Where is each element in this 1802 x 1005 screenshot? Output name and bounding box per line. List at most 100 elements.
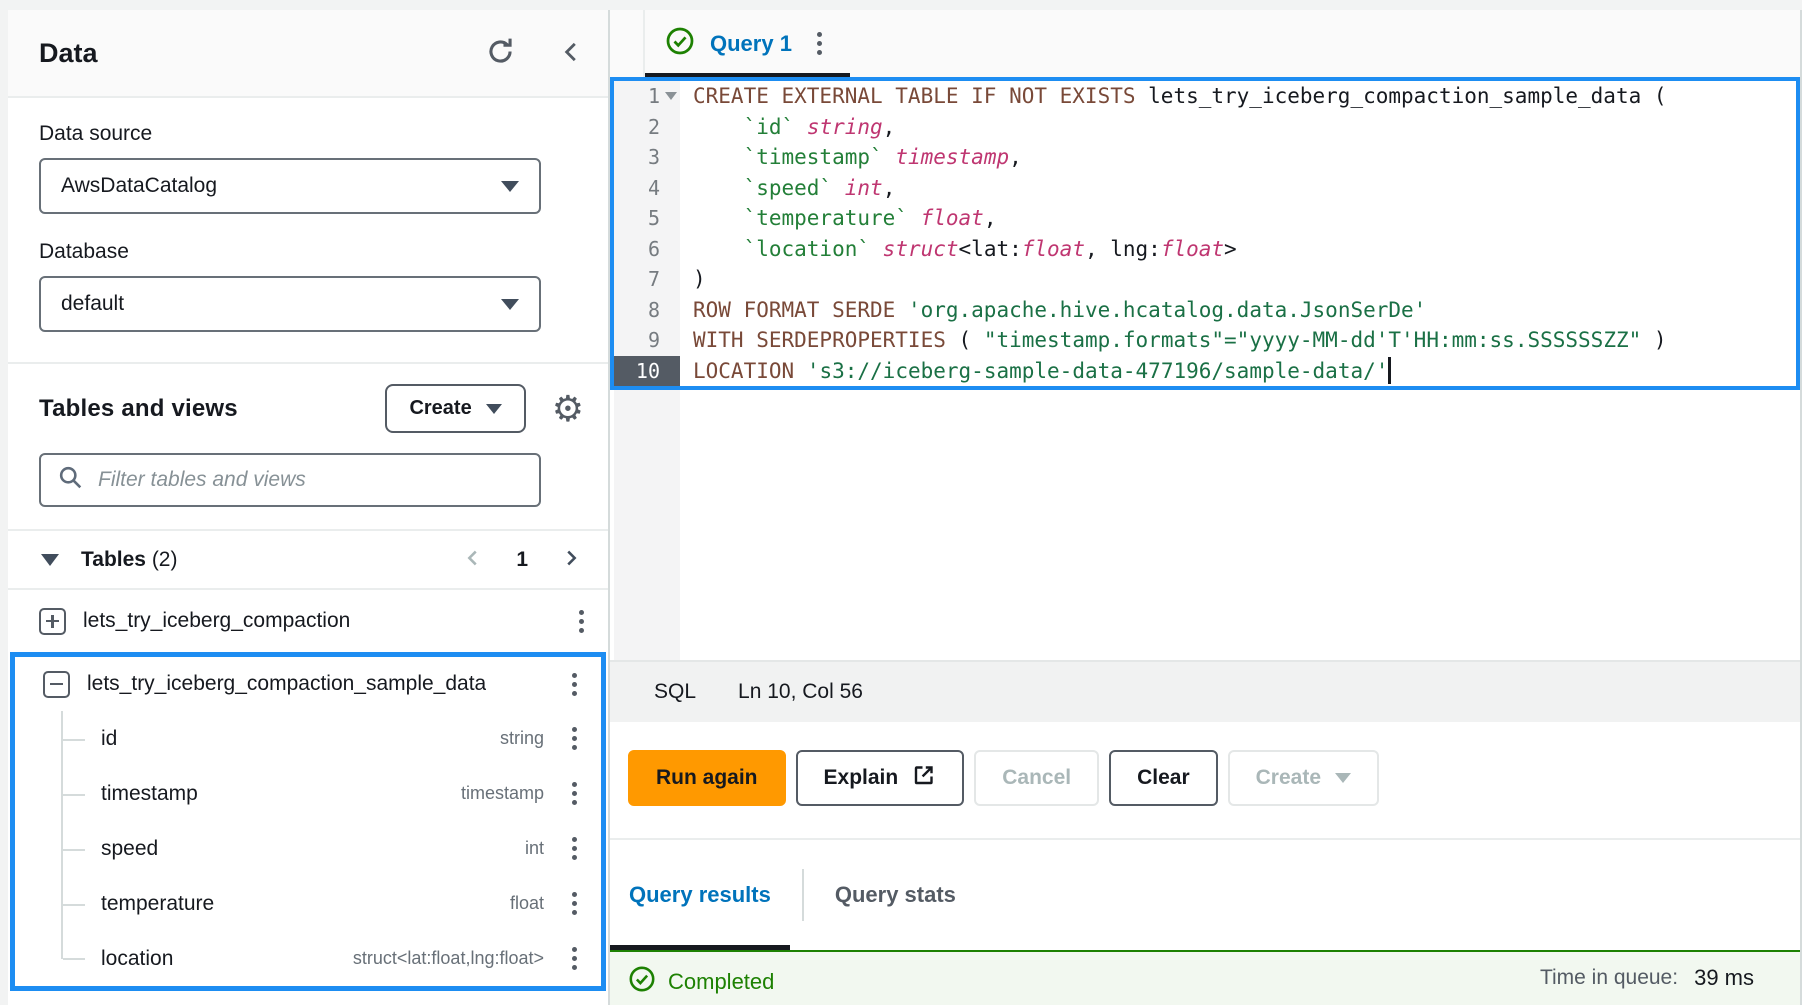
search-icon [57,464,84,496]
code-text[interactable]: ROW FORMAT SERDE 'org.apache.hive.hcatal… [680,298,1426,322]
next-page-button[interactable] [560,546,582,573]
time-in-queue: Time in queue: 39 ms [1540,965,1754,991]
filter-box [39,453,541,507]
code-text[interactable]: WITH SERDEPROPERTIES ( "timestamp.format… [680,328,1667,352]
column-row[interactable]: location struct<lat:float,lng:float> [15,931,601,986]
code-text[interactable]: CREATE EXTERNAL TABLE IF NOT EXISTS lets… [680,84,1667,108]
column-type: float [510,893,544,914]
column-name: speed [101,837,158,861]
query-tab-menu-button[interactable] [809,26,830,61]
database-select[interactable]: default [39,276,541,332]
previous-page-button[interactable] [462,546,484,573]
code-text[interactable]: `speed` int, [680,176,895,200]
refresh-button[interactable] [485,36,516,70]
data-sidebar: Data [8,10,610,1005]
page-number[interactable]: 1 [516,548,528,572]
run-again-button[interactable]: Run again [628,750,786,806]
create-button[interactable]: Create [385,384,525,433]
column-row[interactable]: temperature float [15,876,601,931]
tables-views-title: Tables and views [39,395,238,423]
code-line[interactable]: 8 ROW FORMAT SERDE 'org.apache.hive.hcat… [614,295,1796,326]
data-source-select[interactable]: AwsDataCatalog [39,158,541,214]
column-menu-button[interactable] [564,941,585,976]
chevron-down-icon [501,181,519,192]
time-in-queue-label: Time in queue: [1540,966,1678,990]
code-line[interactable]: 9 WITH SERDEPROPERTIES ( "timestamp.form… [614,325,1796,356]
create-dropdown-button[interactable]: Create [1228,750,1379,806]
filter-tables-input[interactable] [98,468,523,492]
tab-query-results[interactable]: Query results [610,840,790,950]
tab-query-1[interactable]: Query 1 [643,10,850,77]
tree-connector [61,931,99,959]
column-row[interactable]: speed int [15,821,601,876]
section-collapse-icon[interactable] [41,554,59,566]
success-check-icon [628,965,656,999]
code-line[interactable]: 6 `location` struct<lat:float, lng:float… [614,234,1796,265]
code-line[interactable]: 10 LOCATION 's3://iceberg-sample-data-47… [614,356,1796,387]
editor-gutter [614,390,680,660]
expand-icon[interactable] [39,608,66,635]
query-tab-label: Query 1 [710,31,792,57]
editor-empty-area[interactable] [610,390,1800,660]
column-row[interactable]: id string [15,711,601,766]
code-line[interactable]: 2 `id` string, [614,112,1796,143]
collapse-panel-button[interactable] [558,37,584,70]
explain-label: Explain [824,766,899,790]
line-number: 4 [614,173,680,204]
column-menu-button[interactable] [564,831,585,866]
settings-button[interactable]: ⚙ [552,391,584,427]
code-text[interactable]: ) [680,267,706,291]
data-source-value: AwsDataCatalog [61,174,217,198]
table-name: lets_try_iceberg_compaction [83,609,350,633]
table-name: lets_try_iceberg_compaction_sample_data [87,672,486,696]
tab-query-stats[interactable]: Query stats [816,840,975,950]
line-number: 10 [614,356,680,387]
success-check-icon [665,26,695,61]
pagination: 1 [462,546,582,573]
code-lines: 1 CREATE EXTERNAL TABLE IF NOT EXISTS le… [614,81,1796,386]
line-number: 8 [614,295,680,326]
column-row[interactable]: timestamp timestamp [15,766,601,821]
highlighted-table-group: lets_try_iceberg_compaction_sample_data … [10,652,606,991]
explain-button[interactable]: Explain [796,750,965,806]
code-text[interactable]: LOCATION 's3://iceberg-sample-data-47719… [680,357,1391,384]
athena-query-editor-page: Data [0,0,1802,1005]
code-text[interactable]: `temperature` float, [680,206,996,230]
code-text[interactable]: `location` struct<lat:float, lng:float> [680,237,1237,261]
table-row[interactable]: lets_try_iceberg_compaction_sample_data [15,657,601,711]
code-line[interactable]: 4 `speed` int, [614,173,1796,204]
column-menu-button[interactable] [564,721,585,756]
language-indicator: SQL [654,680,696,704]
table-row[interactable]: lets_try_iceberg_compaction [8,590,608,652]
column-list: id string timestamp timestamp speed int … [15,711,601,986]
code-text[interactable]: `id` string, [680,115,895,139]
completed-status: Completed [628,965,774,999]
line-number: 2 [614,112,680,143]
tables-section-label: Tables [81,548,146,572]
code-line[interactable]: 7 ) [614,264,1796,295]
sidebar-header: Data [8,10,608,98]
chevron-left-icon [462,546,484,573]
collapse-icon[interactable] [43,671,70,698]
code-line[interactable]: 1 CREATE EXTERNAL TABLE IF NOT EXISTS le… [614,81,1796,112]
code-text[interactable]: `timestamp` timestamp, [680,145,1022,169]
line-number: 6 [614,234,680,265]
fold-caret-icon[interactable] [665,92,677,100]
tree-connector [61,766,99,821]
chevron-right-icon [560,546,582,573]
line-number: 1 [614,81,680,112]
cancel-button[interactable]: Cancel [974,750,1099,806]
table-menu-button[interactable] [571,604,592,639]
tables-views-header: Tables and views Create ⚙ [8,362,608,449]
create-dropdown-label: Create [1256,766,1321,790]
query-editor-main: Query 1 1 CREATE EXTERNAL TABLE IF NOT E… [610,10,1802,1005]
code-line[interactable]: 3 `timestamp` timestamp, [614,142,1796,173]
column-menu-button[interactable] [564,886,585,921]
code-line[interactable]: 5 `temperature` float, [614,203,1796,234]
column-menu-button[interactable] [564,776,585,811]
table-menu-button[interactable] [564,667,585,702]
sql-editor[interactable]: 1 CREATE EXTERNAL TABLE IF NOT EXISTS le… [610,77,1800,660]
clear-button[interactable]: Clear [1109,750,1218,806]
column-type: string [500,728,544,749]
cancel-label: Cancel [1002,766,1071,790]
